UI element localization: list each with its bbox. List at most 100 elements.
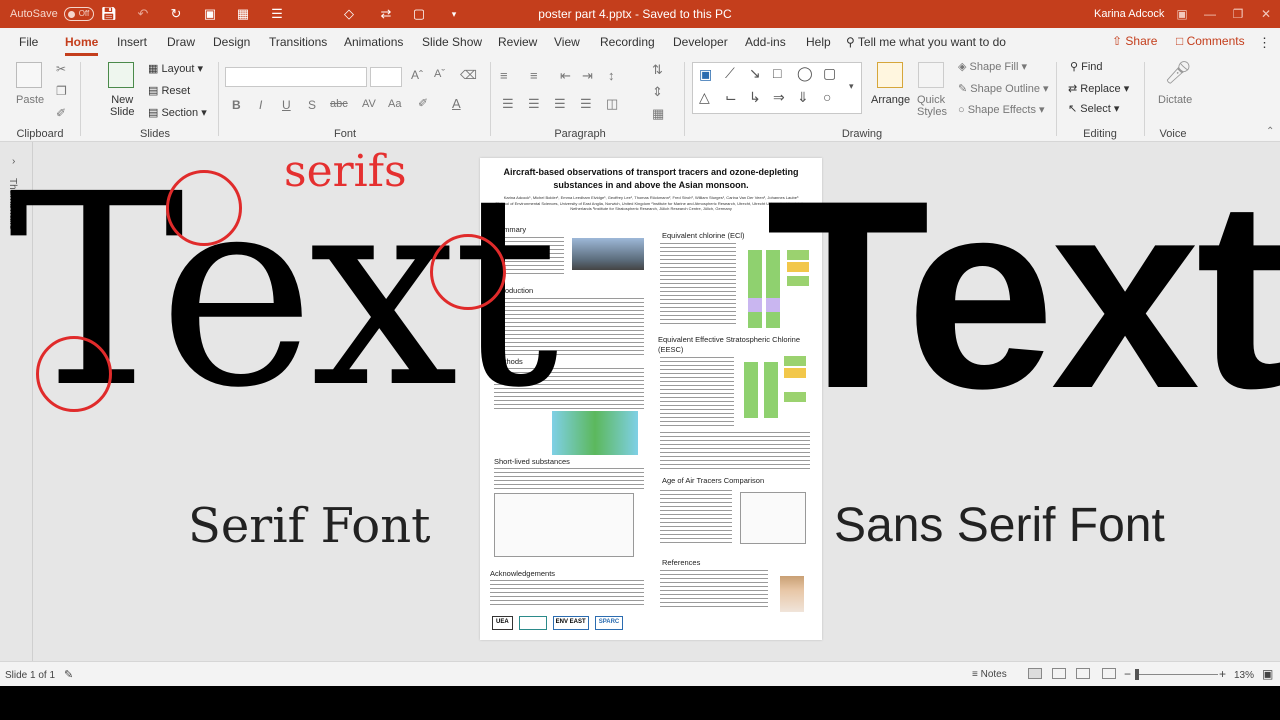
new-slide-button[interactable]: New Slide	[110, 94, 134, 118]
font-size-combo[interactable]	[370, 67, 402, 87]
align-left-icon[interactable]: ☰	[502, 96, 514, 112]
close-icon[interactable]: ✕	[1252, 4, 1280, 24]
down-arrow-shape-icon[interactable]: ⇓	[797, 89, 809, 106]
shape-fill-button[interactable]: ◈ Shape Fill ▾	[958, 60, 1027, 73]
tab-add-ins[interactable]: Add-ins	[745, 35, 786, 49]
arrange-icon[interactable]	[877, 62, 903, 88]
arrange-button[interactable]: Arrange	[871, 94, 910, 106]
tab-view[interactable]: View	[554, 35, 580, 49]
paste-button[interactable]: Paste	[16, 94, 44, 106]
comments-button[interactable]: □ Comments	[1176, 34, 1245, 48]
font-color-icon[interactable]: A	[452, 96, 461, 111]
layout-button[interactable]: ▦ Layout ▾	[148, 62, 203, 75]
gallery-more-icon[interactable]: ▾	[849, 81, 854, 92]
increase-font-icon[interactable]: Aˆ	[411, 68, 423, 82]
tab-draw[interactable]: Draw	[167, 35, 195, 49]
shapes-gallery[interactable]: ▣ ⟋ ↘ □ ◯ ▢ △ ⌙ ↳ ⇒ ⇓ ○ ▾	[692, 62, 862, 114]
dictate-button[interactable]: Dictate	[1158, 94, 1192, 106]
reset-button[interactable]: ▤ Reset	[148, 84, 190, 97]
increase-indent-icon[interactable]: ⇥	[582, 68, 593, 84]
tab-insert[interactable]: Insert	[117, 35, 147, 49]
minimize-icon[interactable]: —	[1196, 4, 1224, 24]
right-arrow-shape-icon[interactable]: ⇒	[773, 89, 785, 106]
textbox-shape-icon[interactable]: ▣	[699, 66, 712, 83]
justify-icon[interactable]: ☰	[580, 96, 592, 112]
user-name[interactable]: Karina Adcock	[1094, 8, 1164, 20]
rectangle-shape-icon[interactable]: □	[773, 65, 781, 81]
spelling-icon[interactable]: ✎	[64, 668, 73, 681]
cut-icon[interactable]: ✂	[56, 62, 66, 76]
columns-icon[interactable]: ◫	[606, 96, 618, 112]
numbering-icon[interactable]: ≡	[530, 68, 538, 83]
line-spacing-icon[interactable]: ↕	[608, 68, 615, 83]
bullets-icon[interactable]: ≡	[500, 68, 508, 83]
align-right-icon[interactable]: ☰	[554, 96, 566, 112]
tab-recording[interactable]: Recording	[600, 35, 655, 49]
decrease-font-icon[interactable]: Aˇ	[434, 68, 445, 80]
bold-icon[interactable]: B	[232, 98, 241, 112]
find-button[interactable]: ⚲ Find	[1070, 60, 1103, 73]
format-painter-icon[interactable]: ✐	[56, 106, 66, 120]
tab-help[interactable]: Help	[806, 35, 831, 49]
tab-developer[interactable]: Developer	[673, 35, 728, 49]
fit-slide-icon[interactable]: ▣	[1262, 667, 1273, 681]
tab-transitions[interactable]: Transitions	[269, 35, 327, 49]
reading-view-icon[interactable]	[1076, 668, 1090, 679]
replace-button[interactable]: ⇄ Replace ▾	[1068, 82, 1129, 95]
normal-view-icon[interactable]	[1028, 668, 1042, 679]
paste-icon[interactable]	[16, 62, 42, 88]
zoom-in-icon[interactable]: +	[1219, 667, 1226, 681]
tab-file[interactable]: File	[19, 35, 38, 49]
smartart-icon[interactable]: ▦	[652, 106, 664, 122]
notes-button[interactable]: ≡ Notes	[972, 669, 1007, 680]
tab-animations[interactable]: Animations	[344, 35, 403, 49]
zoom-out-icon[interactable]: −	[1124, 667, 1131, 681]
zoom-slider-thumb[interactable]	[1135, 669, 1139, 680]
italic-icon[interactable]: I	[259, 98, 262, 112]
tell-me-search[interactable]: ⚲ Tell me what you want to do	[846, 35, 1006, 49]
zoom-percent[interactable]: 13%	[1234, 670, 1254, 681]
slide-sorter-icon[interactable]	[1052, 668, 1066, 679]
align-text-icon[interactable]: ⇕	[652, 84, 663, 100]
elbow-connector-icon[interactable]: ⌙	[725, 89, 737, 106]
select-button[interactable]: ↖ Select ▾	[1068, 102, 1119, 115]
microphone-icon[interactable]: 🎤︎	[1164, 60, 1192, 86]
oval-shape-icon[interactable]: ◯	[797, 65, 813, 82]
maximize-icon[interactable]: ❐	[1224, 4, 1252, 24]
collapse-ribbon-icon[interactable]: ⌃	[1266, 126, 1274, 137]
arrow-line-shape-icon[interactable]: ↘	[749, 65, 761, 82]
rounded-rect-shape-icon[interactable]: ▢	[823, 65, 836, 82]
elbow-arrow-icon[interactable]: ↳	[749, 89, 761, 106]
strikethrough-icon[interactable]: abc	[330, 98, 348, 110]
shadow-icon[interactable]: S	[308, 98, 316, 112]
new-slide-icon[interactable]	[108, 62, 134, 88]
shape-outline-button[interactable]: ✎ Shape Outline ▾	[958, 82, 1049, 95]
ribbon-display-icon[interactable]: ▣	[1168, 4, 1196, 24]
tab-home[interactable]: Home	[65, 35, 99, 56]
text-direction-icon[interactable]: ⇅	[652, 62, 663, 78]
font-name-combo[interactable]	[225, 67, 367, 87]
share-button[interactable]: ⇧ Share	[1112, 34, 1157, 48]
align-center-icon[interactable]: ☰	[528, 96, 540, 112]
pencil-icon: ✎	[958, 83, 971, 95]
shape-effects-button[interactable]: ○ Shape Effects ▾	[958, 103, 1045, 116]
highlight-icon[interactable]: ✐	[418, 96, 428, 110]
tab-review[interactable]: Review	[498, 35, 537, 49]
triangle-shape-icon[interactable]: △	[699, 89, 710, 106]
more-options-icon[interactable]: ⋮	[1258, 35, 1271, 51]
clear-format-icon[interactable]: ⌫	[460, 68, 477, 82]
line-shape-icon[interactable]: ⟋	[725, 65, 735, 82]
section-button[interactable]: ▤ Section ▾	[148, 106, 207, 119]
slideshow-view-icon[interactable]	[1102, 668, 1116, 679]
tab-slide-show[interactable]: Slide Show	[422, 35, 482, 49]
change-case-icon[interactable]: Aa	[388, 98, 401, 110]
char-spacing-icon[interactable]: AV	[362, 98, 376, 110]
underline-icon[interactable]: U	[282, 98, 291, 112]
zoom-slider[interactable]	[1136, 674, 1218, 675]
quick-styles-button[interactable]: Quick Styles	[917, 94, 947, 118]
quick-styles-icon[interactable]	[918, 62, 944, 88]
copy-icon[interactable]: ❐	[56, 84, 67, 98]
tab-design[interactable]: Design	[213, 35, 250, 49]
decrease-indent-icon[interactable]: ⇤	[560, 68, 571, 84]
freeform-shape-icon[interactable]: ○	[823, 89, 831, 105]
